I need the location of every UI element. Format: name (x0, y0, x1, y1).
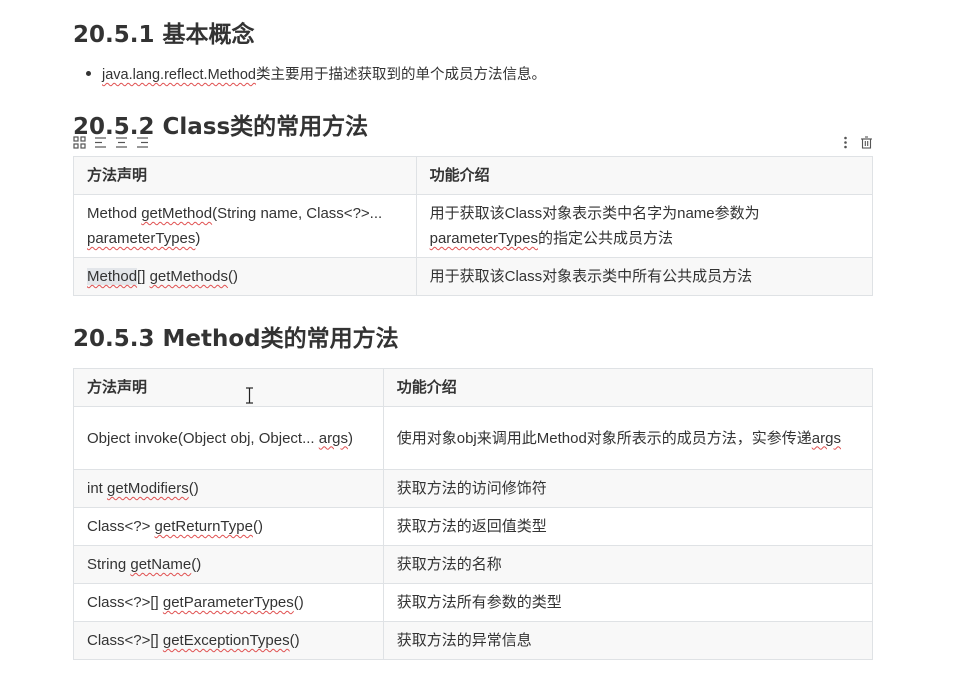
table-row: Method[] getMethods() 用于获取该Class对象表示类中所有… (73, 257, 874, 296)
align-center-icon[interactable] (115, 136, 128, 149)
table-cell: 用于获取该Class对象表示类中所有公共成员方法 (415, 257, 874, 296)
table-header-description: 功能介绍 (382, 368, 874, 407)
grid-icon[interactable] (73, 136, 86, 149)
align-left-icon[interactable] (94, 136, 107, 149)
table-row: Class<?> getReturnType() 获取方法的返回值类型 (73, 507, 874, 546)
table-cell: 获取方法的访问修饰符 (382, 469, 874, 508)
section-heading-basic-concept: 20.5.1 基本概念 (73, 22, 255, 48)
text-cursor-icon (245, 387, 254, 409)
table-cell: String getName() (73, 545, 384, 584)
table-toolbar (73, 136, 873, 150)
bullet-link-text: java.lang.reflect.Method (102, 67, 256, 83)
table-row: Class<?>[] getParameterTypes() 获取方法所有参数的… (73, 583, 874, 622)
table-row: Method getMethod(String name, Class<?>..… (73, 194, 874, 258)
table-row: Object invoke(Object obj, Object... args… (73, 406, 874, 470)
table-cell: int getModifiers() (73, 469, 384, 508)
table-cell: Class<?>[] getParameterTypes() (73, 583, 384, 622)
table-header-description: 功能介绍 (415, 156, 874, 195)
section-heading-method-methods: 20.5.3 Method类的常用方法 (73, 326, 399, 352)
table-cell: Method getMethod(String name, Class<?>..… (73, 194, 417, 258)
table-cell: 使用对象obj来调用此Method对象所表示的成员方法，实参传递args (382, 406, 874, 470)
bullet-text: 类主要用于描述获取到的单个成员方法信息。 (255, 67, 546, 83)
table-cell: 获取方法的名称 (382, 545, 874, 584)
table-header-declaration: 方法声明 (73, 368, 384, 407)
table-row: Class<?>[] getExceptionTypes() 获取方法的异常信息 (73, 621, 874, 660)
table-cell: Class<?>[] getExceptionTypes() (73, 621, 384, 660)
table-cell: 用于获取该Class对象表示类中名字为name参数为parameterTypes… (415, 194, 874, 258)
table-row: String getName() 获取方法的名称 (73, 545, 874, 584)
class-methods-table: 方法声明 功能介绍 Method getMethod(String name, … (73, 156, 874, 296)
align-right-icon[interactable] (136, 136, 149, 149)
table-cell: Object invoke(Object obj, Object... args… (73, 406, 384, 470)
trash-icon[interactable] (860, 136, 873, 149)
table-cell: Method[] getMethods() (73, 257, 417, 296)
table-row: int getModifiers() 获取方法的访问修饰符 (73, 469, 874, 508)
table-header-declaration: 方法声明 (73, 156, 417, 195)
more-vertical-icon[interactable] (839, 136, 852, 149)
method-methods-table: 方法声明 功能介绍 Object invoke(Object obj, Obje… (73, 368, 874, 660)
table-cell: 获取方法的异常信息 (382, 621, 874, 660)
table-cell: Class<?> getReturnType() (73, 507, 384, 546)
table-cell: 获取方法的返回值类型 (382, 507, 874, 546)
table-cell: 获取方法所有参数的类型 (382, 583, 874, 622)
bullet-dot (86, 71, 91, 76)
bullet-item: java.lang.reflect.Method类主要用于描述获取到的单个成员方… (86, 63, 546, 84)
